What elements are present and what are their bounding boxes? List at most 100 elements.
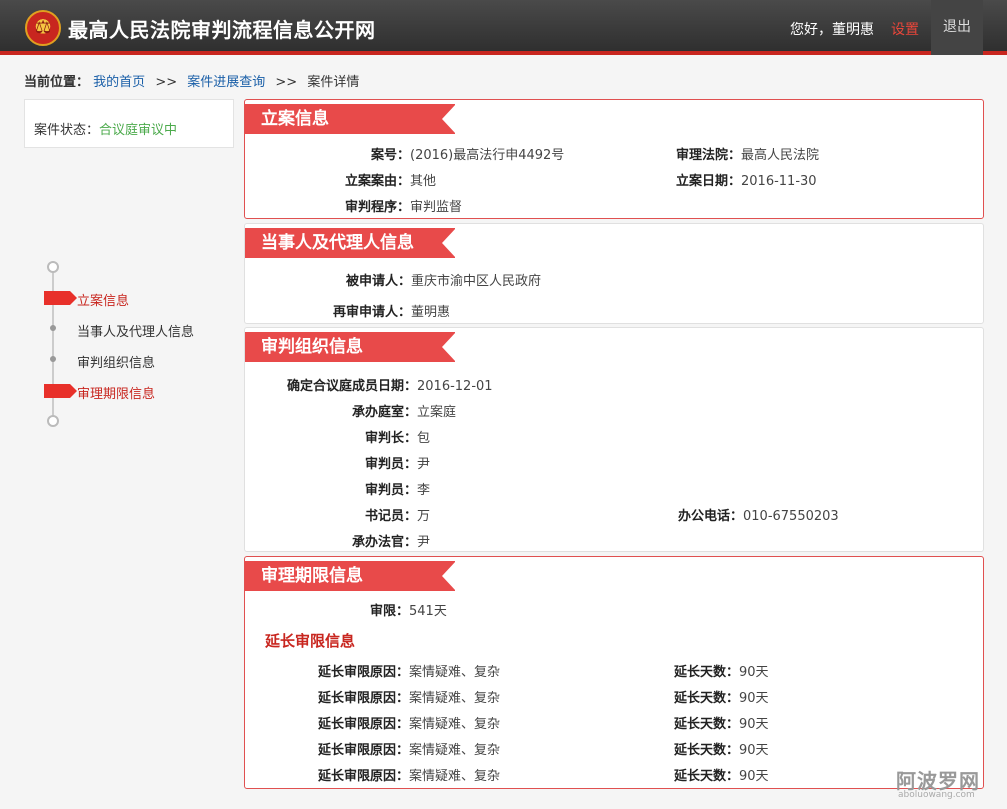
- judge-value: 尹: [417, 457, 431, 472]
- extension-reason-value: 案情疑难、复杂: [409, 665, 501, 680]
- logout-button[interactable]: 退出: [931, 0, 983, 55]
- filing-info-heading: 立案信息: [245, 104, 456, 134]
- watermark-url: aboluowang.com: [898, 790, 975, 800]
- extension-reason-value: 案情疑难、复杂: [409, 769, 501, 784]
- organization-info-panel: 审判组织信息 确定合议庭成员日期：2016-12-01 承办庭室：立案庭 审判长…: [244, 327, 984, 552]
- extension-days-value: 90天: [739, 743, 769, 758]
- nav-item-term[interactable]: 审理期限信息: [77, 383, 155, 402]
- extension-reason-value: 案情疑难、复杂: [409, 743, 501, 758]
- top-header: 最高人民法院审判流程信息公开网 您好，董明惠 设置 退出: [0, 0, 1007, 55]
- case-cause-value: 其他: [410, 174, 437, 189]
- user-greeting: 您好，董明惠: [790, 22, 874, 38]
- timeline-dot-icon: [50, 325, 56, 331]
- breadcrumb-separator: >>: [155, 75, 178, 90]
- chief-judge-value: 包: [417, 431, 431, 446]
- chief-judge-row: 审判长：包: [265, 427, 430, 446]
- applicant-row: 再审申请人：董明惠: [315, 301, 450, 320]
- extension-row: 延长审限原因：案情疑难、复杂: [305, 687, 500, 706]
- parties-info-heading: 当事人及代理人信息: [245, 228, 456, 258]
- nav-item-parties[interactable]: 当事人及代理人信息: [77, 321, 194, 340]
- panel-date-row: 确定合议庭成员日期：2016-12-01: [265, 375, 493, 394]
- extension-row: 延长审限原因：案情疑难、复杂: [305, 713, 500, 732]
- procedure-row: 审判程序：审判监督: [335, 196, 462, 215]
- applicant-value: 董明惠: [411, 305, 451, 320]
- active-flag-icon: [44, 384, 77, 398]
- trial-court-row: 审理法院：最高人民法院: [665, 144, 819, 163]
- extension-days-value: 90天: [739, 691, 769, 706]
- breadcrumb-home-link[interactable]: 我的首页: [93, 75, 145, 90]
- case-status-box: 案件状态：合议庭审议中: [24, 99, 234, 148]
- extension-row: 延长审限原因：案情疑难、复杂: [305, 765, 500, 784]
- case-status-label: 案件状态：: [34, 123, 100, 138]
- judge-value: 李: [417, 483, 431, 498]
- term-info-panel: 审理期限信息 审限：541天 延长审限信息 延长审限原因：案情疑难、复杂 延长天…: [244, 556, 984, 789]
- extension-reason-label: 延长审限原因：: [317, 665, 409, 680]
- extension-subheading: 延长审限信息: [265, 632, 356, 650]
- clerk-value: 万: [417, 509, 431, 524]
- case-status-value: 合议庭审议中: [99, 123, 178, 138]
- settings-link[interactable]: 设置: [891, 19, 919, 39]
- case-number-value: (2016)最高法行申4492号: [410, 148, 565, 163]
- procedure-label: 审判程序：: [344, 200, 410, 215]
- panel-date-label: 确定合议庭成员日期：: [286, 379, 417, 394]
- division-value: 立案庭: [417, 405, 457, 420]
- office-phone-row: 办公电话：010-67550203: [665, 505, 839, 524]
- filing-date-row: 立案日期：2016-11-30: [665, 170, 817, 189]
- active-flag-icon: [44, 291, 77, 305]
- filing-date-label: 立案日期：: [675, 174, 741, 189]
- breadcrumb-progress-link[interactable]: 案件进展查询: [187, 75, 265, 90]
- extension-days-row: 延长天数：90天: [665, 661, 769, 680]
- extension-days-value: 90天: [739, 769, 769, 784]
- trial-court-value: 最高人民法院: [741, 148, 820, 163]
- case-cause-row: 立案案由：其他: [335, 170, 436, 189]
- handler-row: 承办法官：尹: [265, 531, 430, 550]
- division-label: 承办庭室：: [351, 405, 417, 420]
- office-phone-value: 010-67550203: [743, 509, 839, 524]
- handler-value: 尹: [417, 535, 431, 550]
- clerk-row: 书记员：万: [265, 505, 430, 524]
- applicant-label: 再审申请人：: [332, 305, 411, 320]
- breadcrumb: 当前位置： 我的首页 >> 案件进展查询 >> 案件详情: [24, 71, 359, 90]
- extension-reason-value: 案情疑难、复杂: [409, 691, 501, 706]
- office-phone-label: 办公电话：: [677, 509, 743, 524]
- timeline-end-circle-icon: [47, 415, 59, 427]
- term-limit-value: 541天: [409, 604, 447, 619]
- extension-reason-label: 延长审限原因：: [317, 743, 409, 758]
- extension-row: 延长审限原因：案情疑难、复杂: [305, 661, 500, 680]
- clerk-label: 书记员：: [364, 509, 417, 524]
- extension-reason-value: 案情疑难、复杂: [409, 717, 501, 732]
- extension-days-label: 延长天数：: [673, 743, 739, 758]
- nav-item-filing[interactable]: 立案信息: [77, 290, 129, 309]
- parties-info-panel: 当事人及代理人信息 被申请人：重庆市渝中区人民政府 再审申请人：董明惠: [244, 223, 984, 324]
- timeline-dot-icon: [50, 356, 56, 362]
- nav-item-organization[interactable]: 审判组织信息: [77, 352, 155, 371]
- extension-days-row: 延长天数：90天: [665, 713, 769, 732]
- court-emblem-icon: [25, 10, 61, 46]
- extension-days-label: 延长天数：: [673, 769, 739, 784]
- organization-info-heading: 审判组织信息: [245, 332, 456, 362]
- judge-label: 审判员：: [364, 483, 417, 498]
- extension-days-label: 延长天数：: [673, 717, 739, 732]
- case-number-label: 案号：: [370, 148, 410, 163]
- respondent-row: 被申请人：重庆市渝中区人民政府: [315, 270, 541, 289]
- panel-date-value: 2016-12-01: [417, 379, 493, 394]
- extension-days-row: 延长天数：90天: [665, 765, 769, 784]
- judge-row: 审判员：李: [265, 479, 430, 498]
- division-row: 承办庭室：立案庭: [265, 401, 456, 420]
- case-number-row: 案号：(2016)最高法行申4492号: [335, 144, 564, 163]
- term-limit-row: 审限：541天: [335, 600, 447, 619]
- respondent-value: 重庆市渝中区人民政府: [411, 274, 542, 289]
- extension-days-row: 延长天数：90天: [665, 687, 769, 706]
- extension-days-value: 90天: [739, 665, 769, 680]
- procedure-value: 审判监督: [410, 200, 463, 215]
- filing-date-value: 2016-11-30: [741, 174, 817, 189]
- extension-days-value: 90天: [739, 717, 769, 732]
- extension-days-label: 延长天数：: [673, 665, 739, 680]
- breadcrumb-separator: >>: [275, 75, 298, 90]
- respondent-label: 被申请人：: [345, 274, 411, 289]
- breadcrumb-prefix: 当前位置：: [24, 75, 90, 90]
- judge-row: 审判员：尹: [265, 453, 430, 472]
- trial-court-label: 审理法院：: [675, 148, 741, 163]
- term-limit-label: 审限：: [369, 604, 409, 619]
- site-title[interactable]: 最高人民法院审判流程信息公开网: [68, 14, 376, 43]
